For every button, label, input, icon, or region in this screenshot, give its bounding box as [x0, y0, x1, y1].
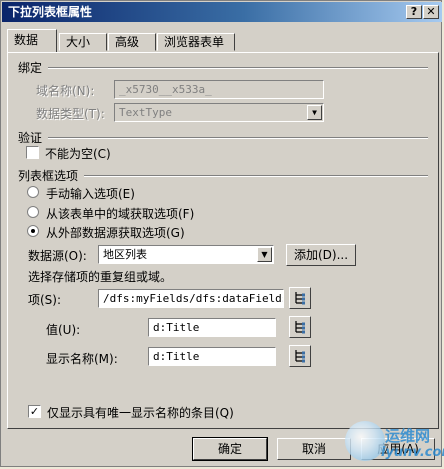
validation-section-label: 验证	[18, 131, 43, 145]
tree-icon	[295, 321, 305, 334]
value-label: 值(U):	[46, 323, 81, 337]
tab-size[interactable]: 大小	[59, 33, 107, 51]
radio-selected-dot	[31, 229, 35, 233]
value-input[interactable]: d:Title	[148, 318, 276, 337]
entries-label: 项(S):	[28, 293, 62, 307]
list-options-section-label: 列表框选项	[18, 169, 79, 183]
ok-button[interactable]: 确定	[192, 437, 268, 461]
datasource-label: 数据源(O):	[28, 249, 87, 263]
datasource-value: 地区列表	[103, 248, 147, 261]
unique-names-checkbox[interactable]: ✓	[28, 405, 41, 418]
binding-section-label: 绑定	[18, 61, 43, 75]
tree-icon	[295, 350, 305, 363]
tab-panel-data: 绑定 域名称(N): _x5730__x533a_ 数据类型(T): TextT…	[7, 52, 439, 429]
select-display-name-button[interactable]	[289, 345, 311, 367]
watermark-logo-icon	[345, 421, 385, 461]
not-empty-label: 不能为空(C)	[45, 147, 111, 161]
watermark-url: iyunv.com	[381, 445, 444, 460]
data-type-select[interactable]: TextType ▼	[114, 103, 324, 122]
chevron-down-icon: ▼	[307, 105, 322, 120]
entries-input[interactable]: /dfs:myFields/dfs:dataFields/	[98, 289, 284, 308]
radio-manual-entry[interactable]	[27, 186, 39, 198]
dialog-window: 下拉列表框属性 ? ✕ 数据 大小 高级 浏览器表单 绑定 域名称(N): _x…	[0, 0, 444, 467]
radio-form-label: 从该表单中的域获取选项(F)	[46, 207, 195, 221]
tree-icon	[295, 292, 305, 305]
display-name-label: 显示名称(M):	[46, 352, 118, 366]
not-empty-checkbox[interactable]	[26, 146, 39, 159]
chevron-down-icon: ▼	[257, 247, 272, 262]
title-bar[interactable]: 下拉列表框属性 ? ✕	[2, 2, 442, 22]
select-value-button[interactable]	[289, 316, 311, 338]
radio-external-label: 从外部数据源获取选项(G)	[46, 226, 185, 240]
tab-data[interactable]: 数据	[7, 29, 57, 52]
watermark-brand: 运维网	[385, 427, 431, 445]
cancel-button[interactable]: 取消	[277, 438, 351, 460]
field-name-input[interactable]: _x5730__x533a_	[114, 80, 324, 99]
validation-divider	[48, 137, 428, 139]
display-name-input[interactable]: d:Title	[148, 347, 276, 366]
help-button[interactable]: ?	[406, 5, 422, 19]
tab-browser-forms[interactable]: 浏览器表单	[157, 33, 235, 51]
add-datasource-button[interactable]: 添加(D)...	[286, 244, 356, 266]
data-type-label: 数据类型(T):	[36, 107, 105, 121]
window-title: 下拉列表框属性	[8, 5, 93, 19]
hint-text: 选择存储项的重复组或域。	[28, 270, 173, 284]
select-xpath-button[interactable]	[289, 287, 311, 309]
radio-external-source[interactable]	[27, 225, 39, 237]
close-button[interactable]: ✕	[423, 5, 439, 19]
binding-divider	[48, 67, 428, 69]
radio-manual-label: 手动输入选项(E)	[46, 187, 135, 201]
unique-names-label: 仅显示具有唯一显示名称的条目(Q)	[47, 406, 234, 420]
radio-form-fields[interactable]	[27, 206, 39, 218]
field-name-label: 域名称(N):	[36, 84, 95, 98]
datasource-select[interactable]: 地区列表 ▼	[98, 245, 274, 264]
tab-advanced[interactable]: 高级	[108, 33, 156, 51]
data-type-value: TextType	[119, 106, 172, 119]
list-options-divider	[84, 175, 428, 177]
